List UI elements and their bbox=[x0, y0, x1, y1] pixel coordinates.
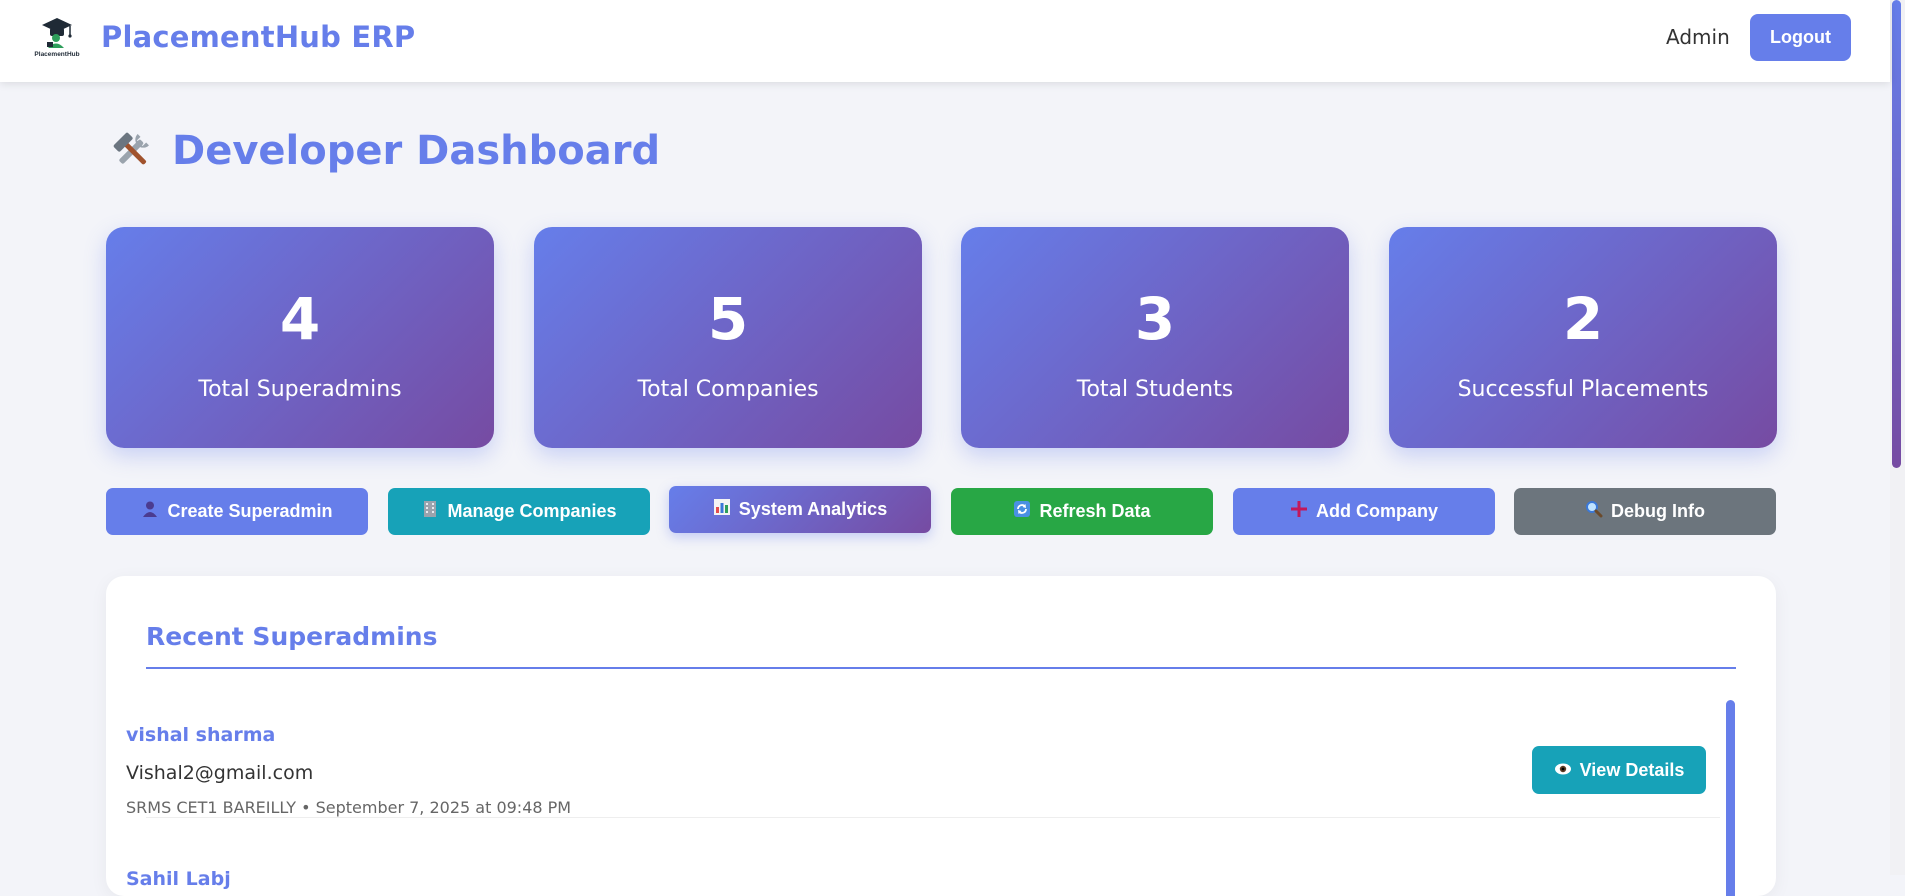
stat-value: 3 bbox=[1134, 285, 1176, 353]
refresh-data-button[interactable]: Refresh Data bbox=[951, 488, 1213, 535]
user-label: Admin bbox=[1666, 25, 1730, 49]
panel-divider bbox=[146, 667, 1736, 669]
user-icon bbox=[141, 500, 159, 523]
page-title-text: Developer Dashboard bbox=[172, 128, 661, 174]
stat-value: 2 bbox=[1562, 285, 1604, 353]
stat-card-superadmins: 4 Total Superadmins bbox=[106, 227, 494, 448]
brand-title[interactable]: PlacementHub ERP bbox=[101, 20, 415, 54]
logo-wordmark: PlacementHub bbox=[34, 51, 79, 58]
stat-card-placements: 2 Successful Placements bbox=[1389, 227, 1777, 448]
logout-button[interactable]: Logout bbox=[1750, 14, 1851, 61]
stat-label: Successful Placements bbox=[1457, 377, 1709, 402]
button-label: Manage Companies bbox=[447, 501, 617, 521]
top-header: PlacementHub PlacementHub ERP Admin Logo… bbox=[0, 0, 1890, 82]
hammer-wrench-icon bbox=[110, 129, 154, 173]
stat-card-companies: 5 Total Companies bbox=[534, 227, 922, 448]
view-details-button[interactable]: View Details bbox=[1532, 746, 1706, 794]
list-scrollbar-thumb[interactable] bbox=[1726, 700, 1735, 896]
page-scrollbar-thumb[interactable] bbox=[1892, 0, 1901, 468]
superadmin-name: vishal sharma bbox=[126, 724, 276, 746]
stat-value: 5 bbox=[707, 285, 749, 353]
bar-chart-icon bbox=[713, 498, 731, 521]
eye-icon bbox=[1554, 760, 1572, 781]
button-label: View Details bbox=[1579, 759, 1685, 780]
stat-label: Total Students bbox=[1076, 377, 1234, 402]
system-analytics-button[interactable]: System Analytics bbox=[669, 486, 931, 533]
manage-companies-button[interactable]: Manage Companies bbox=[388, 488, 650, 535]
superadmin-name: Sahil Labj bbox=[126, 868, 231, 890]
recent-superadmins-panel: Recent Superadmins vishal sharma Vishal2… bbox=[106, 576, 1776, 896]
page-title: Developer Dashboard bbox=[110, 128, 660, 174]
stat-card-students: 3 Total Students bbox=[961, 227, 1349, 448]
placementhub-logo[interactable]: PlacementHub bbox=[32, 15, 82, 59]
plus-icon bbox=[1290, 500, 1308, 523]
button-label: Debug Info bbox=[1611, 501, 1705, 521]
create-superadmin-button[interactable]: Create Superadmin bbox=[106, 488, 368, 535]
add-company-button[interactable]: Add Company bbox=[1233, 488, 1495, 535]
superadmin-meta: SRMS CET1 BAREILLY • September 7, 2025 a… bbox=[126, 798, 572, 817]
debug-info-button[interactable]: Debug Info bbox=[1514, 488, 1776, 535]
building-icon bbox=[421, 500, 439, 523]
button-label: Add Company bbox=[1315, 501, 1438, 521]
superadmin-email: Vishal2@gmail.com bbox=[126, 762, 314, 784]
button-label: Create Superadmin bbox=[167, 501, 333, 521]
panel-title: Recent Superadmins bbox=[146, 622, 438, 651]
stat-label: Total Superadmins bbox=[198, 377, 402, 402]
button-label: Refresh Data bbox=[1039, 501, 1151, 521]
refresh-icon bbox=[1013, 500, 1031, 523]
magnifier-icon bbox=[1585, 500, 1603, 523]
stat-value: 4 bbox=[279, 285, 321, 353]
button-label: System Analytics bbox=[738, 499, 888, 519]
stat-label: Total Companies bbox=[637, 377, 819, 402]
